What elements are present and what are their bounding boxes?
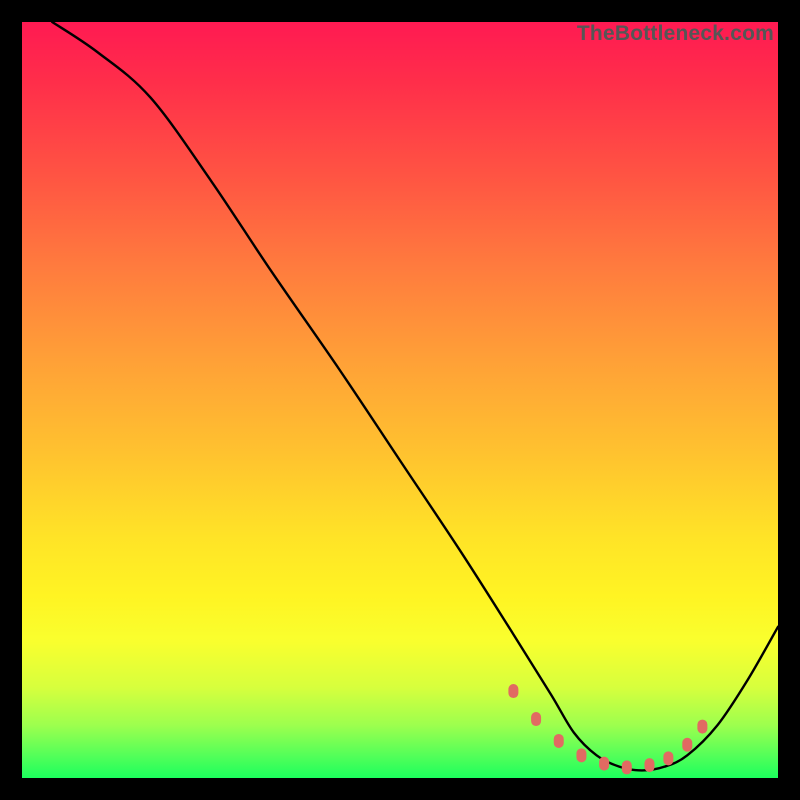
chart-svg [22, 22, 778, 778]
chart-frame: TheBottleneck.com [0, 0, 800, 800]
marker-dot [576, 748, 586, 762]
marker-dot [644, 758, 654, 772]
marker-dot [508, 684, 518, 698]
marker-dot [531, 712, 541, 726]
marker-dot [682, 738, 692, 752]
marker-dot [554, 734, 564, 748]
marker-dot [622, 760, 632, 774]
marker-dot [663, 751, 673, 765]
bottleneck-curve-path [52, 22, 778, 770]
marker-dot [697, 720, 707, 734]
marker-dot [599, 757, 609, 771]
plot-area: TheBottleneck.com [22, 22, 778, 778]
